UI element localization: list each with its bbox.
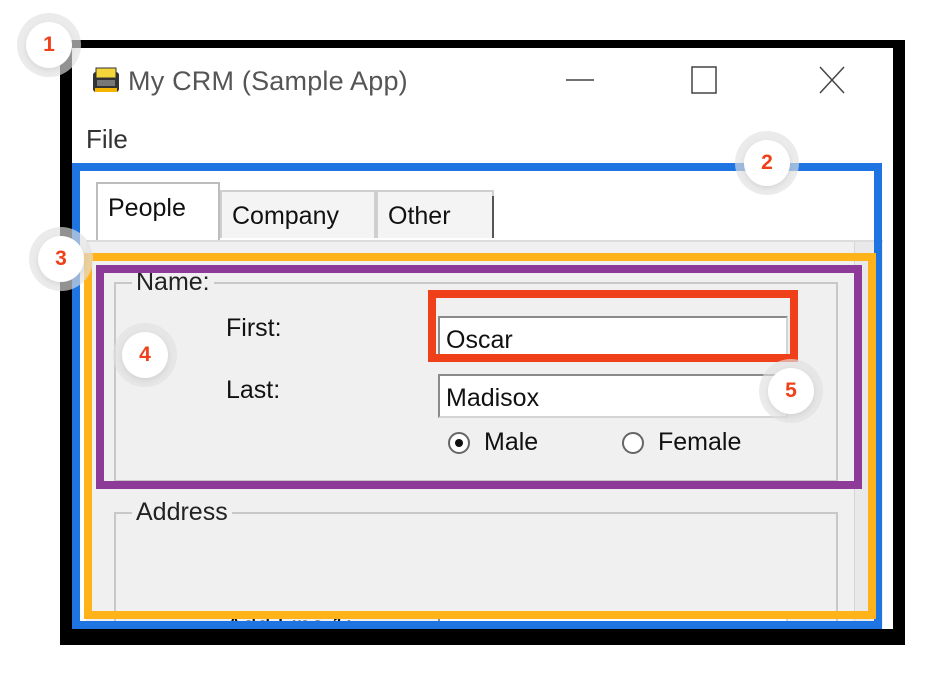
tab-people[interactable]: People bbox=[96, 182, 220, 240]
first-name-label: First: bbox=[226, 314, 282, 342]
window-client: My CRM (Sample App) File People Company … bbox=[72, 48, 893, 629]
last-name-label: Last: bbox=[226, 376, 281, 404]
maximize-icon[interactable] bbox=[684, 62, 724, 98]
close-icon[interactable] bbox=[812, 62, 852, 98]
address-group-legend: Address bbox=[132, 498, 232, 527]
window-title: My CRM (Sample App) bbox=[128, 66, 408, 96]
name-group: Name: First: Oscar Last: Madisox Male Fe… bbox=[114, 268, 838, 482]
female-radio[interactable] bbox=[622, 432, 644, 454]
male-label: Male bbox=[484, 428, 539, 456]
marker-4: 4 bbox=[122, 332, 168, 378]
marker-1: 1 bbox=[26, 22, 72, 68]
marker-5: 5 bbox=[768, 368, 814, 414]
tab-company[interactable]: Company bbox=[220, 190, 376, 238]
vertical-scrollbar[interactable] bbox=[854, 242, 875, 629]
app-window: My CRM (Sample App) File People Company … bbox=[60, 40, 905, 645]
address-line1-label: Add Line 1: bbox=[226, 612, 353, 629]
female-label: Female bbox=[658, 428, 742, 456]
address-line1-field[interactable]: 1040 Park Avenue bbox=[438, 614, 788, 629]
minimize-icon[interactable] bbox=[560, 62, 600, 98]
tab-other[interactable]: Other bbox=[376, 190, 494, 238]
male-radio[interactable] bbox=[448, 432, 470, 454]
tab-strip: People Company Other bbox=[86, 182, 893, 242]
address-group: Address Add Line 1: 1040 Park Avenue bbox=[114, 498, 838, 629]
first-name-field[interactable]: Oscar bbox=[438, 316, 788, 360]
marker-2: 2 bbox=[744, 140, 790, 186]
menu-file[interactable]: File bbox=[86, 124, 128, 155]
marker-3: 3 bbox=[38, 236, 84, 282]
last-name-field[interactable]: Madisox bbox=[438, 374, 788, 418]
tab-panel-people: Name: First: Oscar Last: Madisox Male Fe… bbox=[86, 240, 883, 629]
title-bar[interactable]: My CRM (Sample App) bbox=[72, 48, 893, 108]
app-icon bbox=[93, 67, 119, 92]
name-group-legend: Name: bbox=[132, 268, 214, 297]
tab-divider bbox=[492, 196, 494, 238]
